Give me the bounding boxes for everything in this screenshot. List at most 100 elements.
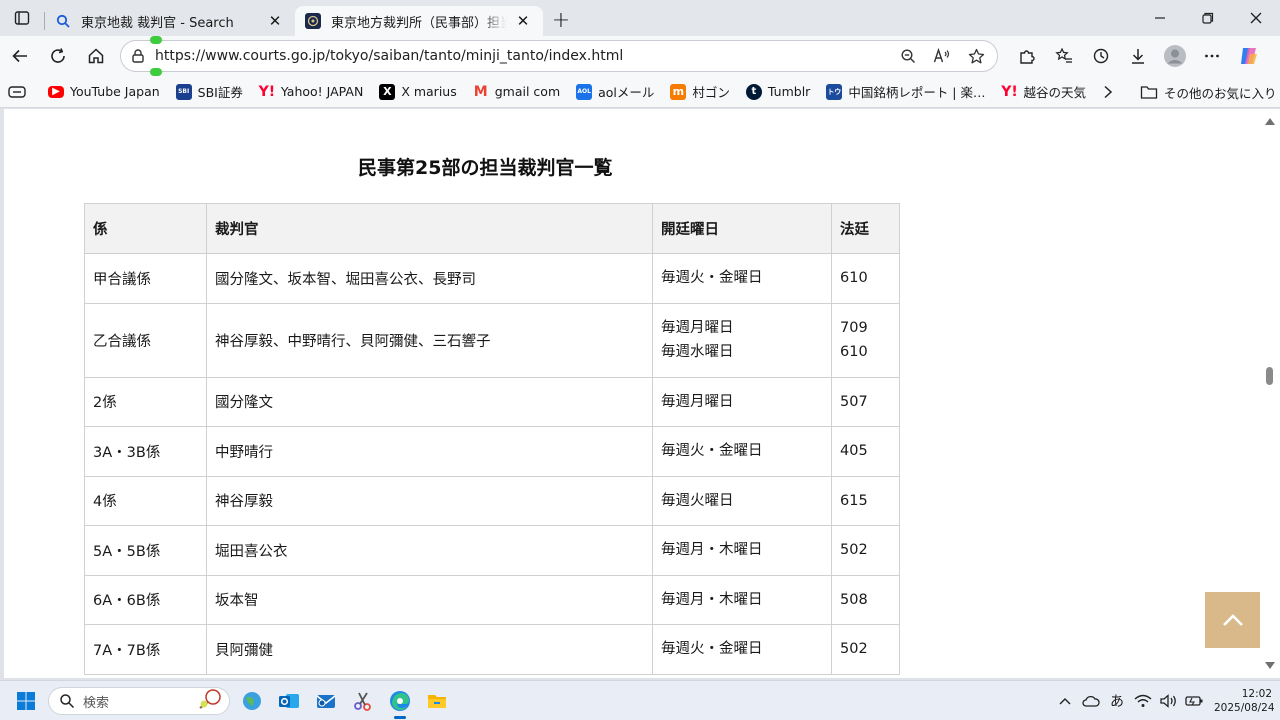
onedrive-cloud-icon[interactable] <box>1078 687 1104 715</box>
read-aloud-icon[interactable] <box>927 42 957 70</box>
close-tab-icon[interactable]: ✕ <box>513 11 533 31</box>
day-line: 毎週月・木曜日 <box>661 591 763 608</box>
ime-indicator[interactable]: あ <box>1104 687 1130 715</box>
profile-button[interactable] <box>1156 40 1193 72</box>
header-room: 法廷 <box>831 203 900 254</box>
table-row: 3A・3B係 中野晴行 毎週火・金曜日 405 <box>84 426 900 477</box>
new-tab-button[interactable]: + <box>543 5 579 35</box>
tab-title: 東京地裁 裁判官 - Search <box>81 15 234 31</box>
bookmark-weather[interactable]: Y! 越谷の天気 <box>993 78 1094 106</box>
scrollbar-thumb[interactable] <box>1266 367 1273 385</box>
bookmark-rakuten-report[interactable]: トウ 中国銘柄レポート | 楽… <box>818 78 993 106</box>
tab-actions-button[interactable] <box>0 0 44 36</box>
bookmark-label: 中国銘柄レポート | 楽… <box>848 85 986 100</box>
url-text[interactable]: https://www.courts.go.jp/tokyo/saiban/ta… <box>155 48 893 64</box>
cell-kakari: 乙合議係 <box>84 302 207 378</box>
copilot-button[interactable] <box>1230 40 1267 72</box>
cell-judges: 國分隆文 <box>206 376 653 427</box>
bookmark-label: X marius <box>401 84 457 99</box>
tab-search[interactable]: 東京地裁 裁判官 - Search ✕ <box>45 6 295 36</box>
favorites-button[interactable] <box>1045 40 1082 72</box>
restore-button[interactable] <box>1184 0 1232 36</box>
cell-kakari: 5A・5B係 <box>84 525 207 576</box>
close-icon <box>1250 12 1262 24</box>
day-line: 毎週月曜日 <box>661 320 734 336</box>
system-clock[interactable]: 12:02 2025/08/24 <box>1214 687 1275 715</box>
extensions-button[interactable] <box>1008 40 1045 72</box>
site-info-icon[interactable] <box>121 41 155 71</box>
cell-judges: 坂本智 <box>206 574 653 625</box>
close-window-button[interactable] <box>1232 0 1280 36</box>
bookmark-label: gmail com <box>494 84 561 99</box>
downloads-button[interactable] <box>1119 40 1156 72</box>
scroll-up-arrow-icon[interactable] <box>1263 115 1277 127</box>
refresh-button[interactable] <box>40 40 76 72</box>
settings-more-button[interactable] <box>1193 40 1230 72</box>
home-icon <box>88 48 104 64</box>
history-button[interactable] <box>1082 40 1119 72</box>
search-favicon-icon <box>55 13 71 29</box>
back-button[interactable] <box>2 40 38 72</box>
taskbar-edge-app[interactable] <box>382 683 418 719</box>
vertical-scrollbar[interactable] <box>1260 109 1280 678</box>
day-line: 毎週火・金曜日 <box>661 443 763 460</box>
tab-courts[interactable]: 東京地方裁判所（民事部）担当裁判官一覧 ✕ <box>295 6 543 36</box>
cell-room: 610 <box>831 253 900 304</box>
taskbar-copilot-app[interactable] <box>234 683 270 719</box>
tray-overflow-chevron-icon[interactable] <box>1052 687 1078 715</box>
volume-icon[interactable] <box>1156 687 1182 715</box>
back-to-top-button[interactable] <box>1205 592 1260 648</box>
header-judges: 裁判官 <box>206 203 653 254</box>
favorites-list-icon <box>1054 47 1072 63</box>
room-line: 405 <box>840 443 868 460</box>
search-highlight-icon <box>195 688 223 714</box>
back-arrow-icon <box>12 49 27 63</box>
table-row: 6A・6B係 坂本智 毎週月・木曜日 508 <box>84 574 900 625</box>
day-line: 毎週火曜日 <box>661 492 734 509</box>
wifi-icon[interactable] <box>1130 687 1156 715</box>
bookmark-aol[interactable]: AOL aolメール <box>568 78 662 106</box>
bookmark-gmail[interactable]: M gmail com <box>465 78 568 106</box>
x-icon: X <box>379 83 396 100</box>
focus-handle-bottom <box>150 68 162 76</box>
zoom-icon[interactable] <box>893 42 923 70</box>
bookmark-label: 村ゴン <box>692 85 730 100</box>
cell-days: 毎週火・金曜日 <box>652 253 832 304</box>
bookmark-yahoo[interactable]: Y! Yahoo! JAPAN <box>251 78 371 106</box>
taskbar-snipping-tool-app[interactable] <box>345 683 381 719</box>
day-line: 毎週月曜日 <box>661 393 734 410</box>
bookmark-tumblr[interactable]: t Tumblr <box>738 78 818 106</box>
bookmark-sbi[interactable]: SBI SBI証券 <box>168 78 251 106</box>
close-tab-icon[interactable]: ✕ <box>265 11 285 31</box>
bookmarks-overflow-button[interactable] <box>1094 78 1122 106</box>
yahoo-icon: Y! <box>258 83 276 100</box>
puzzle-icon <box>1019 50 1035 64</box>
minimize-button[interactable] <box>1136 0 1184 36</box>
bookmark-youtube[interactable]: ▶ YouTube Japan <box>34 78 168 106</box>
download-icon <box>1131 49 1144 64</box>
muragon-icon: m <box>670 83 687 100</box>
taskbar-search-box[interactable]: 検索 <box>48 687 230 715</box>
start-button[interactable] <box>8 683 44 719</box>
battery-icon[interactable] <box>1182 687 1208 715</box>
bookmarks-toggle-button[interactable] <box>0 78 34 106</box>
favorite-star-icon[interactable] <box>961 42 991 70</box>
tab-bar: 東京地裁 裁判官 - Search ✕ 東京地方裁判所（民事部）担当裁判官一覧 … <box>0 0 1280 36</box>
cell-days: 毎週月曜日 毎週水曜日 <box>652 302 832 378</box>
address-bar[interactable]: https://www.courts.go.jp/tokyo/saiban/ta… <box>120 40 998 72</box>
cell-days: 毎週火・金曜日 <box>652 624 832 675</box>
home-button[interactable] <box>78 40 114 72</box>
taskbar-mail-app[interactable] <box>308 683 344 719</box>
bookmark-muragon[interactable]: m 村ゴン <box>662 78 738 106</box>
file-explorer-icon <box>428 695 446 708</box>
minimize-icon <box>1155 17 1165 19</box>
taskbar-explorer-app[interactable] <box>419 683 455 719</box>
header-days: 開廷曜日 <box>652 203 832 254</box>
cell-room: 502 <box>831 624 900 675</box>
taskbar-outlook-app[interactable] <box>271 683 307 719</box>
scroll-down-arrow-icon[interactable] <box>1263 660 1277 672</box>
cell-kakari: 6A・6B係 <box>84 574 207 625</box>
other-favorites-button[interactable]: その他のお気に入り <box>1140 78 1277 106</box>
bookmark-x[interactable]: X X marius <box>371 78 464 106</box>
cell-room: 508 <box>831 574 900 625</box>
